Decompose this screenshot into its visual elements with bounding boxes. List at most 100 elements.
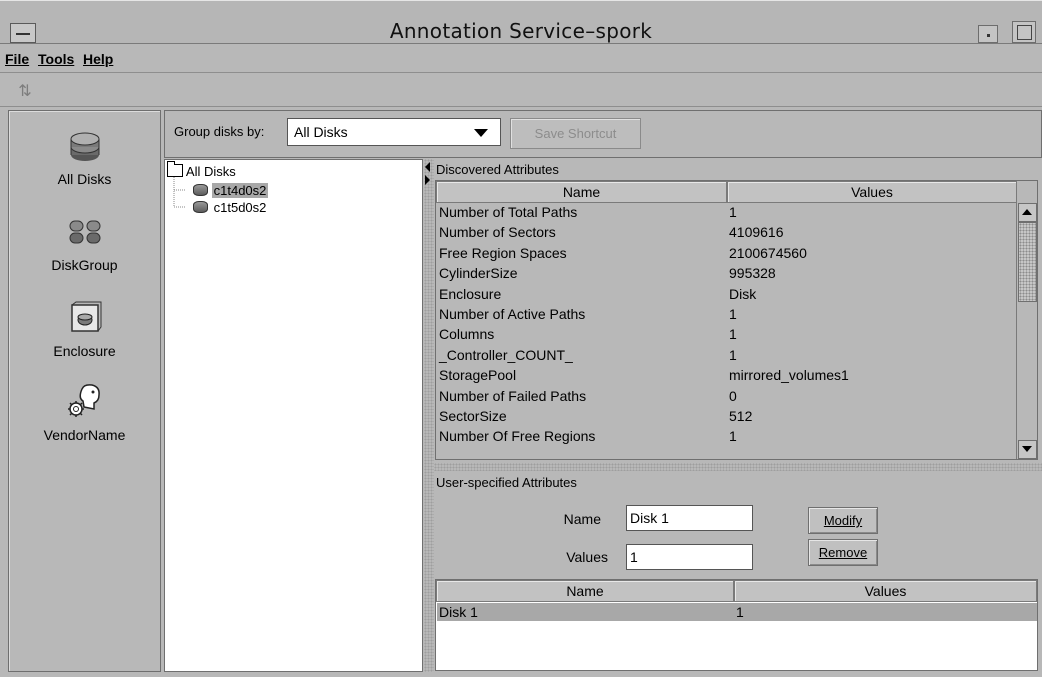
group-by-value: All Disks: [294, 124, 348, 140]
attribute-name: Enclosure: [439, 285, 502, 302]
nav-label-enclosure: Enclosure: [53, 343, 116, 359]
column-header-name[interactable]: Name: [436, 181, 727, 203]
chevron-down-icon: [474, 129, 488, 137]
attribute-value: Disk: [729, 285, 757, 302]
attribute-row[interactable]: Columns 1: [439, 324, 1019, 344]
save-shortcut-button[interactable]: Save Shortcut: [510, 118, 641, 149]
attribute-value: 2100674560: [729, 244, 807, 261]
name-field-label: Name: [563, 511, 601, 527]
attribute-row[interactable]: Number of Failed Paths 0: [439, 386, 1019, 406]
expand-right-icon[interactable]: [425, 175, 430, 185]
remove-button[interactable]: Remove: [808, 539, 878, 566]
discovered-attributes-panel: Discovered Attributes Name Values Number…: [434, 159, 1042, 463]
discovered-attributes-table: Name Values Number of Total Paths 1 Number…: [435, 180, 1038, 460]
attribute-name: _Controller_COUNT_: [439, 346, 573, 363]
attribute-row[interactable]: Number Of Free Regions 1: [439, 426, 1019, 446]
column-header-values[interactable]: Values: [727, 181, 1017, 203]
scrollbar-thumb[interactable]: [1018, 222, 1037, 302]
column-header-name[interactable]: Name: [436, 580, 734, 602]
attribute-name: SectorSize: [439, 408, 507, 424]
attribute-value: 4109616: [729, 224, 784, 241]
tree-node-label: c1t4d0s2: [211, 183, 269, 198]
attribute-row[interactable]: Enclosure Disk: [439, 284, 1019, 304]
attribute-value: 1: [729, 428, 737, 445]
table-row[interactable]: Disk 1 1: [437, 603, 1037, 621]
values-field[interactable]: 1: [626, 544, 753, 570]
attribute-name: Number of Failed Paths: [439, 387, 587, 404]
attribute-name: Number of Active Paths: [439, 306, 586, 322]
window-title: Annotation Service–spork: [389, 19, 653, 43]
menu-help[interactable]: Help: [83, 51, 113, 67]
nav-item-enclosure[interactable]: Enclosure: [9, 301, 160, 359]
discovered-attributes-title: Discovered Attributes: [436, 162, 559, 177]
group-by-select[interactable]: All Disks: [287, 118, 501, 146]
attribute-row[interactable]: StoragePool mirrored_volumes1: [439, 365, 1019, 385]
name-field[interactable]: Disk 1: [626, 505, 753, 531]
attribute-value: 512: [729, 408, 753, 424]
tree-node[interactable]: c1t4d0s2: [193, 182, 269, 199]
toolbar: ⇅: [0, 73, 1042, 107]
vendor-icon: [67, 384, 100, 417]
refresh-icon[interactable]: ⇅: [14, 80, 36, 102]
menu-tools[interactable]: Tools: [38, 51, 74, 67]
column-header-values[interactable]: Values: [734, 580, 1037, 602]
attribute-value: 0: [729, 387, 737, 404]
diskgroup-icon: [69, 220, 100, 244]
minimize-button[interactable]: [978, 25, 998, 43]
tree-node-label: c1t5d0s2: [213, 200, 267, 215]
attribute-value: 995328: [729, 265, 776, 282]
attribute-row[interactable]: Number of Total Paths 1: [439, 202, 1019, 222]
modify-button-label: Modify: [823, 513, 863, 528]
scroll-down-icon[interactable]: [1018, 440, 1037, 459]
horizontal-splitter[interactable]: [434, 463, 1042, 471]
tree-root-label: All Disks: [185, 164, 236, 179]
nav-label-diskgroup: DiskGroup: [51, 257, 118, 273]
attribute-value: 1: [729, 204, 737, 220]
group-by-label: Group disks by:: [174, 124, 265, 139]
attribute-name: Number of Total Paths: [439, 204, 578, 220]
nav-item-all-disks[interactable]: All Disks: [9, 129, 160, 187]
tree-node[interactable]: c1t5d0s2: [193, 199, 268, 216]
folder-icon: [167, 161, 183, 177]
attribute-name: Number of Sectors: [439, 224, 556, 241]
modify-button[interactable]: Modify: [808, 507, 878, 534]
attribute-row[interactable]: Number of Sectors 4109616: [439, 222, 1019, 242]
attribute-row[interactable]: _Controller_COUNT_ 1: [439, 345, 1019, 365]
attribute-value: mirrored_volumes1: [729, 367, 849, 384]
attribute-value: 1: [729, 346, 737, 363]
attribute-name: Number Of Free Regions: [439, 428, 596, 445]
scroll-up-icon[interactable]: [1018, 203, 1037, 222]
collapse-left-icon[interactable]: [425, 162, 430, 172]
user-attributes-table: Name Values Disk 1 1: [435, 579, 1038, 671]
title-bar: Annotation Service–spork: [0, 0, 1042, 44]
disk-icon: [193, 184, 208, 196]
attribute-value: 1: [729, 306, 737, 322]
nav-label-vendorname: VendorName: [43, 427, 126, 443]
attribute-row[interactable]: Number of Active Paths 1: [439, 304, 1019, 324]
menu-file[interactable]: File: [5, 51, 29, 67]
attribute-value: 1: [729, 326, 737, 343]
attribute-name: Columns: [439, 326, 495, 343]
vertical-scrollbar[interactable]: [1016, 203, 1037, 459]
maximize-button[interactable]: [1012, 21, 1036, 43]
disk-tree: All Disks c1t4d0s2 c1t5d0s2: [164, 159, 423, 672]
enclosure-icon: [70, 301, 101, 332]
attribute-row[interactable]: SectorSize 512: [439, 406, 1019, 426]
attribute-row[interactable]: CylinderSize 995328: [439, 263, 1019, 283]
group-bar: Group disks by: All Disks Save Shortcut: [164, 110, 1042, 158]
attribute-row[interactable]: Free Region Spaces 2100674560: [439, 243, 1019, 263]
user-specified-attributes-title: User-specified Attributes: [436, 475, 577, 490]
left-navigator: All Disks DiskGroup Enclosure VendorName: [8, 110, 161, 672]
vertical-splitter[interactable]: [424, 159, 434, 672]
menu-bar: File Tools Help: [0, 44, 1042, 73]
values-field-label: Values: [566, 549, 608, 565]
disk-icon: [193, 201, 208, 213]
user-specified-attributes-panel: User-specified Attributes Name Disk 1 Va…: [434, 471, 1042, 672]
attribute-name: CylinderSize: [439, 265, 518, 282]
nav-label-all-disks: All Disks: [57, 171, 112, 187]
nav-item-diskgroup[interactable]: DiskGroup: [9, 215, 160, 273]
row-name: Disk 1: [439, 604, 478, 620]
disks-icon: [70, 132, 99, 161]
nav-item-vendorname[interactable]: VendorName: [9, 383, 160, 443]
attribute-name: StoragePool: [439, 367, 517, 384]
